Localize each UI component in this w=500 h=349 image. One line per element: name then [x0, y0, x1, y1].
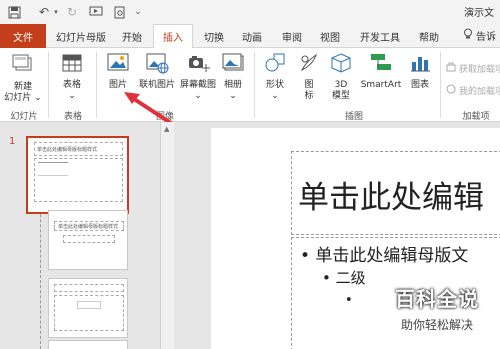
thumb-content-icons	[77, 301, 101, 309]
thumb-title: 单击此处编辑母版标题样式	[37, 147, 98, 153]
thumbnail-layout-next[interactable]	[48, 340, 128, 349]
thumbnail-layout-content[interactable]	[48, 278, 128, 338]
thumb-body-lines	[38, 162, 68, 176]
bullet-level-2: • 二级	[322, 269, 366, 287]
watermark-subtitle: 助你轻松解决	[400, 318, 473, 332]
master-layout-connector	[40, 194, 41, 349]
thumbnail-layout-title[interactable]: 单击此处编辑母版标题样式	[48, 210, 128, 270]
thumb-title-placeholder	[54, 284, 124, 292]
thumb-subtitle-placeholder	[63, 235, 115, 243]
scroll-up-icon[interactable]: ▲	[164, 125, 169, 133]
thumbnail-scrollbar[interactable]: ▲	[160, 122, 174, 349]
powerpoint-window: ↶ ▾ ↻ ⌄ 演示文 文件 幻灯片母版 开始 插入 切换 动画 审阅 视图 开…	[0, 0, 500, 349]
thumbnail-slide-master[interactable]: 单击此处编辑母版标题样式	[26, 136, 129, 214]
watermark: 百科全说 助你轻松解决	[378, 283, 496, 347]
watermark-title: 百科全说	[395, 287, 479, 311]
bullet-level-3: •	[345, 293, 353, 308]
slide-thumbnail-pane: 1 单击此处编辑母版标题样式 单击此处编辑母版标题样式	[0, 122, 160, 349]
bullet-level-1: • 单击此处编辑母版文	[300, 246, 469, 266]
slide-title: 单击此处编辑	[298, 180, 484, 216]
slide-number: 1	[9, 136, 16, 147]
thumb-title: 单击此处编辑母版标题样式	[58, 224, 119, 230]
